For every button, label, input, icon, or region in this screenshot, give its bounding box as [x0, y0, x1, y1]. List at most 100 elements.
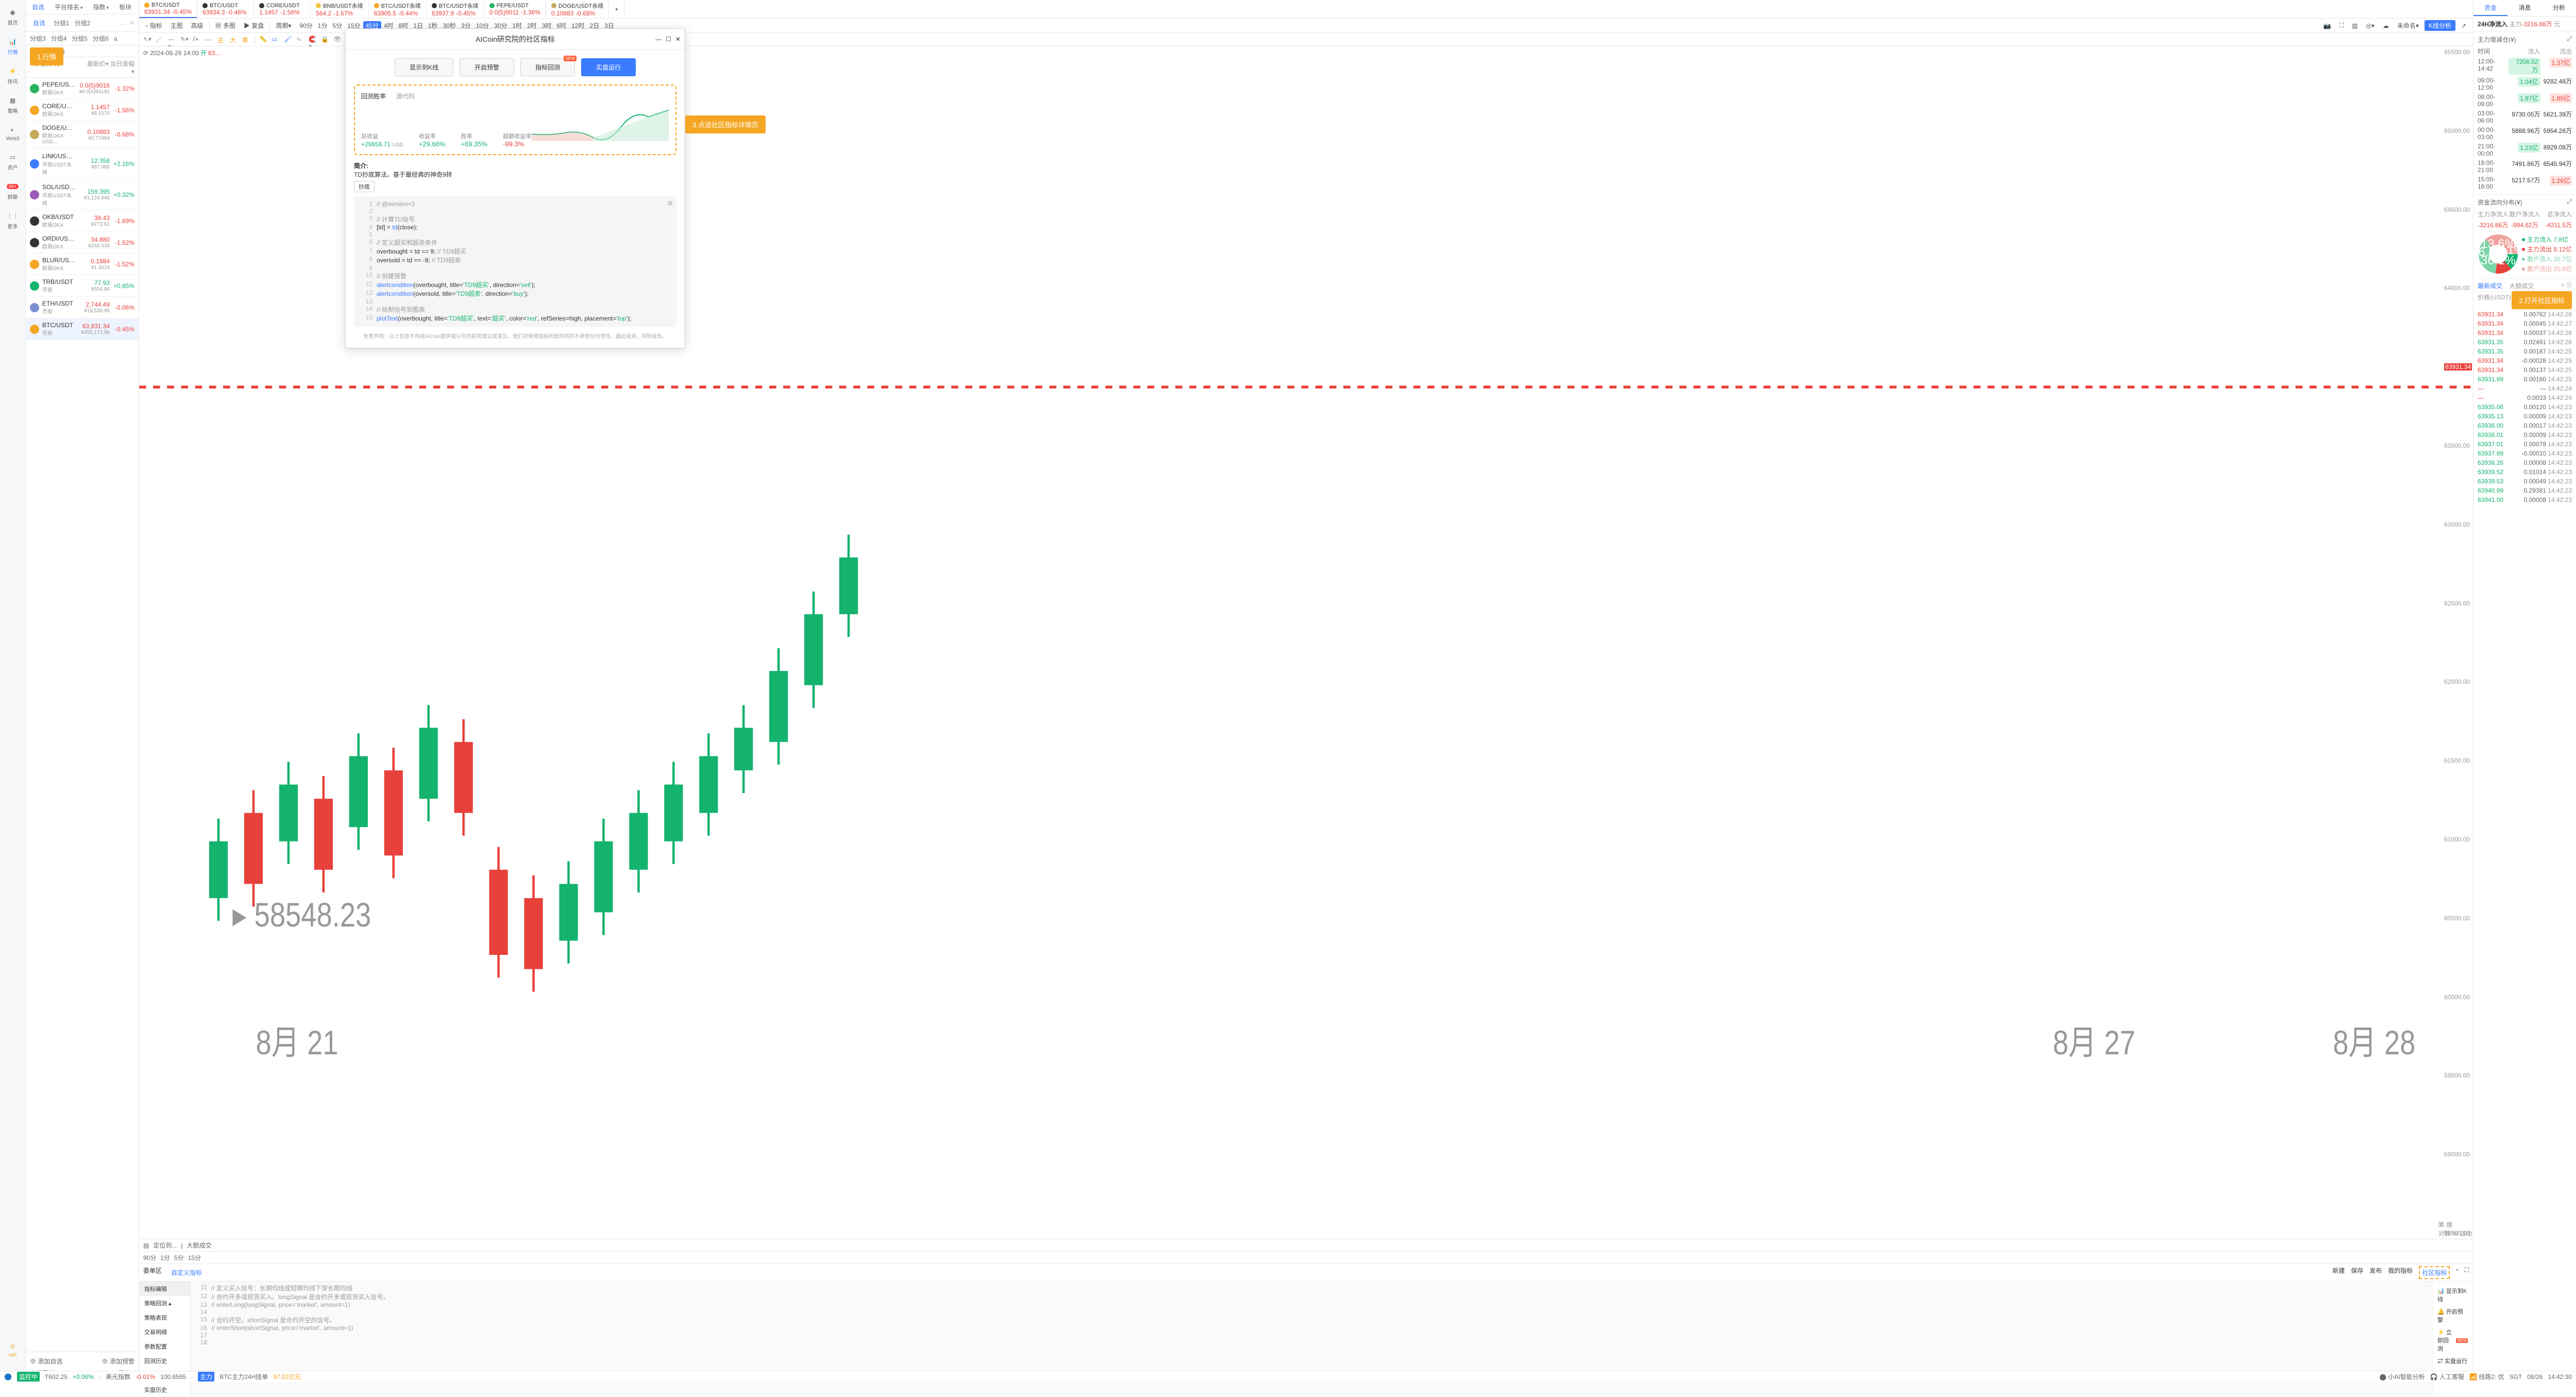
ind-side-item[interactable]: 实盘历史 [139, 1383, 190, 1397]
expand-icon[interactable]: ⤢ [2567, 35, 2572, 44]
big-text-icon[interactable]: 大 [230, 36, 238, 44]
big-trades-locate[interactable]: 大额成交 [187, 1241, 211, 1250]
watchlist-row[interactable]: CORE/USDT欧易OKX1.1457¥8.1570-1.56% [26, 99, 139, 121]
tab-sector[interactable]: 板块 [116, 1, 134, 13]
tb-adv[interactable]: 高级 [189, 20, 206, 31]
lower-tf[interactable]: 90分 [143, 1253, 156, 1262]
timeframe-90分[interactable]: 90分 [297, 21, 315, 30]
tb-indicator[interactable]: ▫ 指标 [143, 20, 165, 31]
nav-chat[interactable]: 99+群聊 [0, 178, 25, 204]
subtab-g4[interactable]: 分组4 [51, 34, 67, 43]
refresh-icon[interactable]: ⟳ [143, 49, 148, 57]
hline-icon[interactable]: —▾ [168, 36, 176, 44]
market-tab[interactable]: BTC/USDT63934.3-0.46% [197, 0, 254, 18]
add-alert[interactable]: ⊕ 添加预警 [102, 1357, 134, 1366]
ind-side-item[interactable]: 策略表现 [139, 1310, 190, 1325]
wave-icon[interactable]: 〰▾ [205, 36, 213, 44]
ind-action[interactable]: 🔔 开启预警 [2435, 1305, 2470, 1326]
ai-toggle[interactable]: ⬤ 小AI智能分析 [2380, 1372, 2425, 1381]
modal-live[interactable]: 实盘运行 [581, 58, 636, 76]
tab-mine[interactable]: 我的指标 [2388, 1266, 2413, 1279]
copy-icon[interactable]: ⧉ [668, 199, 672, 207]
big-trades-tab[interactable]: 大额成交 [2509, 282, 2534, 290]
add-market-tab[interactable]: + [609, 0, 624, 18]
parallel-icon[interactable]: ⫽▾ [193, 36, 201, 44]
locate-icon[interactable]: ▤ [143, 1242, 149, 1249]
nav-strategy[interactable]: ▦策略 [0, 92, 25, 117]
minimize-icon[interactable]: ▫ [2456, 1266, 2458, 1279]
timeframe-1分[interactable]: 1分 [315, 21, 330, 30]
timeframe-5分[interactable]: 5分 [330, 21, 345, 30]
watchlist-row[interactable]: PEPE/USDT...欧易OKX0.0{5}9016¥0.0{4}64191-… [26, 78, 139, 99]
nav-home[interactable]: ◉首页 [0, 4, 25, 29]
watchlist-row[interactable]: BTC/USDT币安63,931.34¥455,171.96-0.45% [26, 318, 139, 340]
tb-camera-icon[interactable]: 📷 [2321, 21, 2334, 30]
market-tab[interactable]: PEPE/USDT0.0{5}9011-1.36% [484, 0, 546, 18]
nav-asset[interactable]: ▭资产 [0, 149, 25, 174]
tab-community[interactable]: 社区指标 [2419, 1266, 2450, 1279]
tab-orders[interactable]: 委单区 [143, 1266, 162, 1279]
market-tab[interactable]: BNB/USDT永续564.2-1.67% [311, 0, 369, 18]
pen-text-icon[interactable]: 筹 [242, 36, 250, 44]
tb-period[interactable]: 周期▾ [273, 20, 294, 31]
modal-show-kline[interactable]: 显示到K线 [395, 58, 453, 76]
ind-side-item[interactable]: 回测历史 [139, 1354, 190, 1368]
tb-replay[interactable]: ▶ 复盘 [241, 20, 266, 31]
rp-tab-analysis[interactable]: 分析 [2542, 0, 2576, 16]
subtab-g2[interactable]: 分组2 [75, 19, 91, 27]
modal-alert[interactable]: 开启预警 [460, 58, 514, 76]
ind-action[interactable]: 📊 显示到K线 [2435, 1285, 2470, 1305]
market-tab[interactable]: CORE/USDT1.1457-1.56% [254, 0, 311, 18]
ind-action[interactable]: ⇄ 实盘运行 [2435, 1355, 2470, 1367]
wave2-icon[interactable]: ∿ [296, 36, 304, 44]
rp-tab-fund[interactable]: 资金 [2473, 0, 2507, 16]
cursor-icon[interactable]: ↖▾ [143, 36, 151, 44]
tb-unnamed[interactable]: 未命名▾ [2395, 20, 2421, 31]
ind-side-item[interactable]: 指标编辑 [139, 1282, 190, 1296]
close-small-icon[interactable]: ☒ [130, 20, 134, 26]
watchlist-row[interactable]: ETH/USDT币安2,744.49¥19,539.95-0.06% [26, 297, 139, 318]
nav-web3[interactable]: ◐Web3 [0, 122, 25, 145]
market-tab[interactable]: BTC/USDT永续63937.9-0.45% [427, 0, 484, 18]
rp-tab-msg[interactable]: 消息 [2507, 0, 2541, 16]
modal-maximize-icon[interactable]: ☐ [666, 36, 671, 43]
lower-tf[interactable]: 15分 [188, 1253, 201, 1262]
rect-icon[interactable]: ▭ [272, 36, 280, 44]
ind-side-item[interactable]: 交易明细 [139, 1325, 190, 1339]
latest-trades-tab[interactable]: 最新成交 [2478, 282, 2502, 290]
tb-main[interactable]: 主图 [168, 20, 185, 31]
col-price[interactable]: 最新价▾ [78, 59, 109, 75]
modal-backtest[interactable]: 指标回测NEW [520, 58, 575, 76]
market-tab[interactable]: BTC/USDT永续63905.5-0.44% [369, 0, 427, 18]
lock-icon[interactable]: 🔒 [321, 36, 329, 44]
tb-fullscreen-icon[interactable]: ⛶ [2337, 21, 2346, 30]
expand-icon[interactable]: ⛶ [2465, 1266, 2469, 1279]
tab-custom-indicator[interactable]: 自定义指标 [168, 1266, 205, 1279]
tb-layers-icon[interactable]: ▥ [2349, 21, 2360, 30]
tb-target-icon[interactable]: ◎▾ [2363, 21, 2377, 30]
subtab-fav[interactable]: 自选 [30, 16, 48, 29]
tb-multi[interactable]: ▦ 多图 [213, 20, 238, 31]
trades-settings-icon[interactable]: ≡ ☰ [2561, 281, 2572, 289]
bt-source-tab[interactable]: 源代码 [396, 92, 415, 100]
subtab-g3[interactable]: 分组3 [30, 34, 46, 43]
watchlist-row[interactable]: SOL/USDT永续币安USDT永续159.395¥1,134.845+0.32… [26, 179, 139, 210]
tab-publish[interactable]: 发布 [2369, 1266, 2382, 1279]
eye-icon[interactable]: 👁 [333, 36, 342, 44]
locate-to[interactable]: 定位到... [153, 1241, 177, 1250]
lower-tf[interactable]: 1分 [160, 1253, 170, 1262]
subtab-g5[interactable]: 分组5 [72, 34, 88, 43]
tb-share-icon[interactable]: ↗ [2459, 21, 2469, 30]
watchlist-row[interactable]: DOGE/USDT...欧易OKX USD...0.10883¥0.77484-… [26, 121, 139, 148]
pencil-icon[interactable]: ✎▾ [180, 36, 189, 44]
support-icon[interactable]: 🎧 人工客服 [2430, 1372, 2464, 1381]
nav-market[interactable]: 📊行情 [0, 33, 25, 59]
ruler-icon[interactable]: 📏 [259, 36, 267, 44]
tab-new[interactable]: 新建 [2332, 1266, 2345, 1279]
network-icon[interactable]: 📶 线路2: 优 [2469, 1372, 2504, 1381]
add-favorite[interactable]: ⊕ 添加自选 [30, 1357, 62, 1366]
modal-close-icon[interactable]: ✕ [675, 36, 681, 43]
line-icon[interactable]: ／▾ [156, 36, 164, 44]
brush-icon[interactable]: 🖌 [284, 36, 292, 44]
tb-cloud-icon[interactable]: ☁ [2380, 21, 2392, 30]
